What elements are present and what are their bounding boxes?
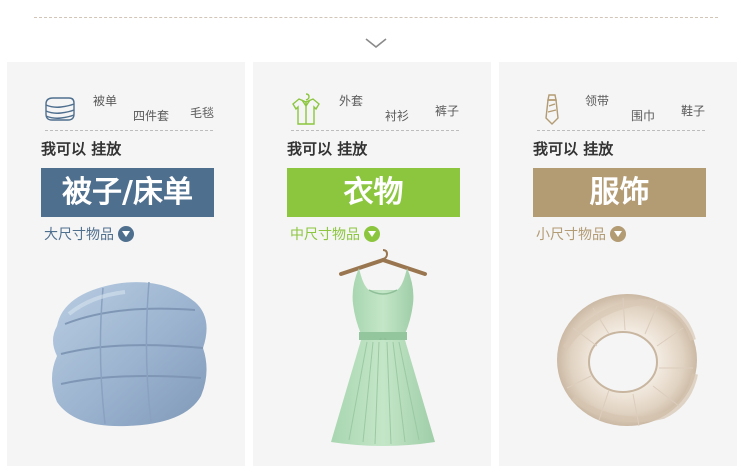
folded-duvet-image bbox=[52, 281, 207, 427]
can-hang-label: 我可以 挂放 bbox=[41, 140, 122, 158]
tag-scarf: 围巾 bbox=[631, 109, 656, 123]
tag-shirt: 衬衫 bbox=[385, 109, 410, 123]
can-hang-label: 我可以 挂放 bbox=[533, 140, 614, 158]
size-dropdown[interactable]: 小尺寸物品 bbox=[536, 224, 626, 244]
size-dropdown[interactable]: 中尺寸物品 bbox=[290, 224, 380, 244]
category-title-banner: 被子/床单 bbox=[41, 168, 214, 217]
size-label: 中尺寸物品 bbox=[290, 227, 360, 243]
tag-tie: 领带 bbox=[585, 94, 610, 108]
tie-icon bbox=[545, 94, 559, 125]
category-title-banner: 衣物 bbox=[287, 168, 460, 217]
shirt-hanger-icon bbox=[292, 93, 320, 125]
tag-bedding-set: 四件套 bbox=[133, 109, 170, 123]
card-divider bbox=[291, 130, 459, 131]
card-divider bbox=[537, 130, 705, 131]
dropdown-arrow-icon[interactable] bbox=[610, 226, 626, 242]
card-divider bbox=[45, 130, 213, 131]
dropdown-arrow-icon[interactable] bbox=[364, 226, 380, 242]
folded-bedding-icon bbox=[45, 97, 75, 121]
size-label: 大尺寸物品 bbox=[44, 227, 114, 243]
chevron-down-icon[interactable] bbox=[364, 37, 388, 49]
category-card-bedding[interactable]: 被单 四件套 毛毯 我可以 挂放 被子/床单 大尺寸物品 bbox=[7, 62, 245, 466]
tag-pants: 裤子 bbox=[435, 104, 460, 118]
green-dress-image bbox=[331, 249, 435, 446]
category-title-banner: 服饰 bbox=[533, 168, 706, 217]
knit-scarf-image bbox=[557, 294, 698, 427]
tag-coat: 外套 bbox=[339, 94, 364, 108]
top-dashed-divider bbox=[34, 17, 718, 18]
size-dropdown[interactable]: 大尺寸物品 bbox=[44, 224, 134, 244]
category-card-clothing[interactable]: 外套 衬衫 裤子 我可以 挂放 衣物 中尺寸物品 bbox=[253, 62, 491, 466]
tag-blanket: 毛毯 bbox=[190, 106, 215, 120]
tag-shoes: 鞋子 bbox=[681, 104, 706, 118]
category-card-accessories[interactable]: 领带 围巾 鞋子 我可以 挂放 服饰 小尺寸物品 bbox=[499, 62, 737, 466]
size-label: 小尺寸物品 bbox=[536, 227, 606, 243]
can-hang-label: 我可以 挂放 bbox=[287, 140, 368, 158]
dropdown-arrow-icon[interactable] bbox=[118, 226, 134, 242]
tag-sheet: 被单 bbox=[93, 94, 118, 108]
